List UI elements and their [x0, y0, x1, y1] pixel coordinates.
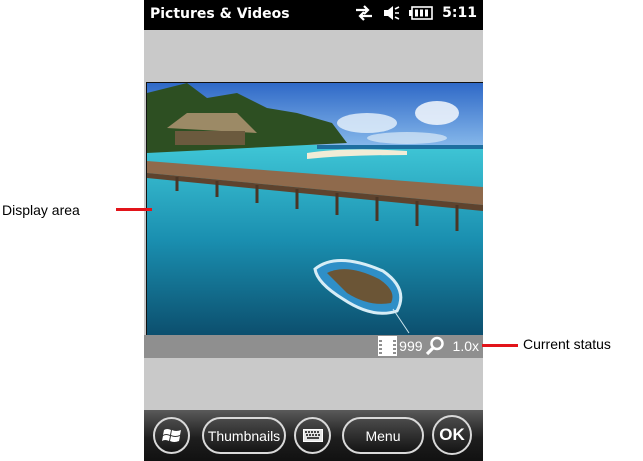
beach-photo	[147, 83, 483, 335]
menu-label: Menu	[365, 427, 401, 444]
thumbnails-button[interactable]: Thumbnails	[202, 417, 286, 454]
keyboard-button[interactable]	[294, 417, 331, 454]
keyboard-icon	[302, 429, 323, 442]
windows-flag-icon	[161, 427, 182, 445]
current-status-bar: 999 1.0x	[144, 335, 483, 358]
current-status-annotation: Current status	[523, 336, 611, 352]
ok-button[interactable]: OK	[432, 415, 472, 455]
title-bar: Pictures & Videos 5:11	[144, 0, 483, 30]
film-strip-icon	[378, 336, 398, 356]
zoom-level: 1.0x	[452, 338, 479, 354]
current-status-callout-line	[482, 344, 518, 347]
battery-icon[interactable]	[409, 6, 433, 20]
speaker-icon[interactable]	[382, 5, 400, 21]
display-area-callout-line	[116, 208, 152, 211]
device-screen: Pictures & Videos 5:11 999 1.0x Thumbnai…	[144, 0, 483, 461]
menu-button[interactable]: Menu	[342, 417, 424, 454]
clock: 5:11	[442, 5, 477, 21]
thumbnails-label: Thumbnails	[207, 427, 281, 444]
sync-icon[interactable]	[355, 5, 373, 21]
zoom-icon	[425, 336, 445, 356]
photo-display-area[interactable]	[146, 82, 483, 336]
status-icons: 5:11	[355, 5, 477, 21]
display-area-annotation: Display area	[2, 202, 80, 218]
app-title: Pictures & Videos	[150, 6, 290, 22]
start-button[interactable]	[153, 417, 190, 454]
frame-count: 999	[399, 338, 423, 354]
softkey-bar: Thumbnails Menu OK	[144, 410, 483, 461]
ok-label: OK	[439, 425, 465, 444]
